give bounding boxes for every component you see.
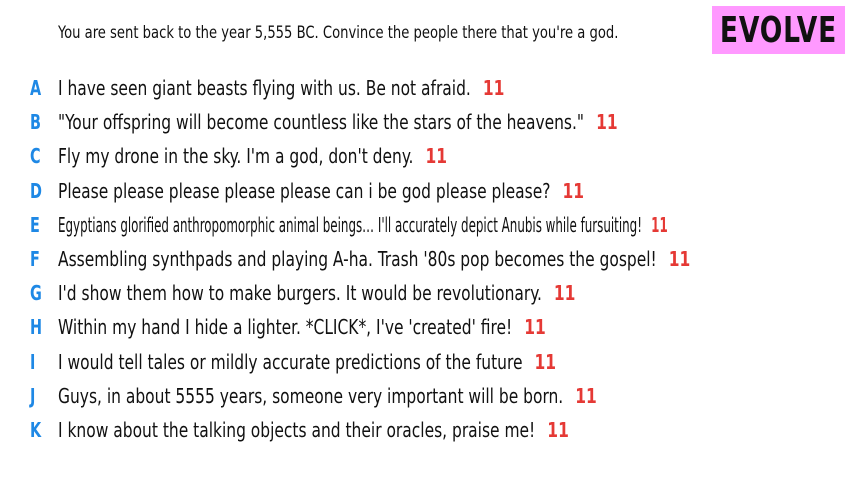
answer-line: I'd show them how to make burgers. It wo… <box>58 276 575 310</box>
evolve-badge: EVOLVE <box>712 6 845 54</box>
answer-score: 11 <box>524 315 546 340</box>
answer-letter: E <box>30 212 40 237</box>
answer-letter: C <box>30 144 41 169</box>
answer-line: Fly my drone in the sky. I'm a god, don'… <box>58 139 447 173</box>
answer-line: Within my hand I hide a lighter. *CLICK*… <box>58 310 546 344</box>
answer-line: I have seen giant beasts flying with us.… <box>58 71 504 105</box>
answer-list: A I have seen giant beasts flying with u… <box>0 71 853 447</box>
answer-row-j: J Guys, in about 5555 years, someone ver… <box>0 379 853 413</box>
answer-score: 11 <box>425 144 448 169</box>
answer-text: I know about the talking objects and the… <box>58 417 536 442</box>
answer-row-h: H Within my hand I hide a lighter. *CLIC… <box>0 310 853 344</box>
answer-row-f: F Assembling synthpads and playing A-ha.… <box>0 242 853 276</box>
answer-text: Assembling synthpads and playing A-ha. T… <box>58 247 657 272</box>
answer-text: I would tell tales or mildly accurate pr… <box>58 349 523 374</box>
answer-text: I have seen giant beasts flying with us.… <box>58 76 471 101</box>
answer-score: 11 <box>562 178 585 203</box>
answer-score: 11 <box>575 383 597 408</box>
answer-letter: A <box>30 76 42 101</box>
answer-text: "Your offspring will become countless li… <box>58 110 585 135</box>
answer-line: I would tell tales or mildly accurate pr… <box>58 345 556 379</box>
answer-text: Please please please please please can i… <box>58 178 551 203</box>
answer-line: "Your offspring will become countless li… <box>58 105 618 139</box>
answer-row-a: A I have seen giant beasts flying with u… <box>0 71 853 105</box>
answer-row-e: E Egyptians glorified anthropomorphic an… <box>0 208 853 242</box>
answer-letter: G <box>30 281 42 306</box>
answer-row-c: C Fly my drone in the sky. I'm a god, do… <box>0 139 853 173</box>
answer-score: 11 <box>596 110 618 135</box>
answer-text: I'd show them how to make burgers. It wo… <box>58 281 542 306</box>
answer-line: Assembling synthpads and playing A-ha. T… <box>58 242 690 276</box>
answer-line: Guys, in about 5555 years, someone very … <box>58 379 597 413</box>
answer-line: I know about the talking objects and the… <box>58 413 569 447</box>
answer-letter: B <box>30 110 41 135</box>
answer-score: 11 <box>547 417 569 442</box>
answer-letter: K <box>30 417 42 442</box>
answer-row-b: B "Your offspring will become countless … <box>0 105 853 139</box>
answer-row-g: G I'd show them how to make burgers. It … <box>0 276 853 310</box>
answer-letter: F <box>30 247 40 272</box>
prompt-text: You are sent back to the year 5,555 BC. … <box>58 23 619 43</box>
answer-letter: H <box>30 315 43 340</box>
answer-text: Within my hand I hide a lighter. *CLICK*… <box>58 315 513 340</box>
answer-letter: J <box>30 383 36 408</box>
answer-text: Fly my drone in the sky. I'm a god, don'… <box>58 144 414 169</box>
answer-row-i: I I would tell tales or mildly accurate … <box>0 345 853 379</box>
answer-row-d: D Please please please please please can… <box>0 174 853 208</box>
answer-row-k: K I know about the talking objects and t… <box>0 413 853 447</box>
answer-text: Guys, in about 5555 years, someone very … <box>58 383 564 408</box>
answer-score: 11 <box>651 212 668 237</box>
answer-letter: I <box>30 349 36 374</box>
answer-score: 11 <box>668 247 691 272</box>
answer-score: 11 <box>534 349 557 374</box>
answer-text: Egyptians glorified anthropomorphic anim… <box>58 212 642 237</box>
answer-line: Egyptians glorified anthropomorphic anim… <box>58 208 668 242</box>
evolve-badge-label: EVOLVE <box>719 9 838 51</box>
answer-score: 11 <box>553 281 576 306</box>
answer-line: Please please please please please can i… <box>58 174 584 208</box>
answer-score: 11 <box>482 76 505 101</box>
answer-letter: D <box>30 178 42 203</box>
